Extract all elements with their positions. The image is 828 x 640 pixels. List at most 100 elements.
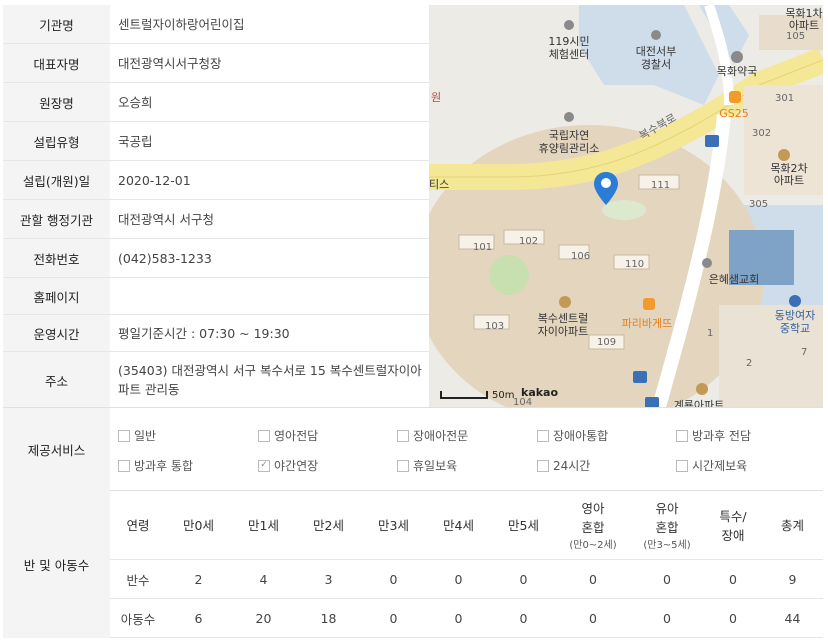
service-checkbox[interactable] [397,459,409,472]
info-label: 홈페이지 [3,278,110,314]
map-scale-label: 50m [492,390,514,401]
header-cell: 만0세 [166,490,231,560]
service-label: 휴일보육 [413,459,458,473]
classes-label: 반 및 아동수 [3,490,110,638]
table-cell: 0 [556,598,630,638]
info-table: 기관명 센트럴자이하랑어린이집 대표자명 대전광역시서구청장 원장명 오승희 설… [3,5,429,408]
map-building-label: 7 [801,347,807,358]
services-grid: 일반 영아전담 장애아전문 장애아통합 방과후 전담 방과후 통합 ✓ 야간연장 … [110,408,823,490]
map-label-partial: 원 [431,91,441,104]
info-label: 주소 [3,352,110,408]
map-label-police2: 경찰서 [641,58,671,71]
header-cell: 유아 혼합 (만3~5세) [630,490,704,560]
header-cell: 연령 [110,490,166,560]
info-row-director: 원장명 오승희 [3,83,429,122]
service-item: 휴일보육 [397,457,457,474]
service-checkbox[interactable] [397,429,409,442]
info-value: 센트럴자이하랑어린이집 [118,16,245,32]
map-label-church: 은혜샘교회 [709,273,760,286]
classes-section: 반 및 아동수 연령 만0세 만1세 만2세 만3세 만4세 만5세 영아 혼합… [3,490,823,638]
map-label-bakery: 파리바게뜨 [622,317,673,330]
header-cell: 특수/ 장애 [704,490,762,560]
map-building-label: 103 [485,321,504,332]
service-checkbox-checked[interactable]: ✓ [258,459,270,472]
services-section: 제공서비스 일반 영아전담 장애아전문 장애아통합 방과후 전담 방과후 통합 … [3,407,823,491]
service-checkbox[interactable] [118,459,130,472]
info-row-phone: 전화번호 (042)583-1233 [3,239,429,278]
map-label-forest2: 휴양림관리소 [539,142,600,155]
service-label: 일반 [134,429,157,443]
table-cell: 0 [630,598,704,638]
service-item: 시간제보육 [676,457,747,474]
map-label-gs25: GS25 [719,107,749,120]
service-checkbox[interactable] [537,429,549,442]
info-label: 대표자명 [3,44,110,82]
map-label-pharmacy: 목화약국 [717,64,757,78]
map-building-label: 110 [625,259,644,270]
map-label-partial2: 티스 [429,178,449,191]
map-label-forest: 국립자연 [549,129,589,142]
info-value: 대전광역시서구청장 [118,55,222,71]
map-building-label: 301 [775,93,794,104]
service-checkbox[interactable] [118,429,130,442]
table-cell: 18 [296,598,361,638]
table-cell: 0 [361,598,426,638]
info-row-homepage: 홈페이지 [3,278,429,315]
map-label-central: 복수센트럴 [538,312,589,325]
header-cell: 영아 혼합 (만0~2세) [556,490,630,560]
map-label-fire2: 체험센터 [549,48,589,61]
info-label: 운영시간 [3,315,110,351]
map-building-label: 2 [746,358,752,369]
service-label: 방과후 전담 [692,429,752,443]
table-cell: 0 [426,559,491,599]
header-cell: 만3세 [361,490,426,560]
service-checkbox[interactable] [537,459,549,472]
info-label: 설립유형 [3,122,110,160]
table-cell: 9 [762,559,823,599]
info-row-name: 기관명 센트럴자이하랑어린이집 [3,5,429,44]
info-label: 관할 행정기관 [3,200,110,238]
header-cell: 만1세 [231,490,296,560]
map-building-label: 109 [597,337,616,348]
service-label: 장애아통합 [553,429,609,443]
phone-link[interactable]: (042)583-1233 [110,239,429,277]
info-value: 국공립 [118,133,153,149]
map-building-label: 302 [752,128,771,139]
info-value: (35403) 대전광역시 서구 복수서로 15 복수센트럴자이아파트 관리동 [118,363,422,397]
classes-header-row: 연령 만0세 만1세 만2세 만3세 만4세 만5세 영아 혼합 (만0~2세) … [110,490,823,560]
service-item: 영아전담 [258,427,318,444]
service-checkbox[interactable] [676,459,688,472]
header-cell: 만5세 [491,490,556,560]
header-cell: 만2세 [296,490,361,560]
service-checkbox[interactable] [676,429,688,442]
map-building-label: 105 [786,31,805,42]
info-label: 설립(개원)일 [3,161,110,199]
map-label-school2: 중학교 [780,322,810,335]
table-cell: 44 [762,598,823,638]
header-text: 영아 혼합 [581,501,605,535]
table-cell: 2 [166,559,231,599]
info-value: 대전광역시 서구청 [118,211,214,227]
service-item: ✓ 야간연장 [258,457,318,474]
info-row-representative: 대표자명 대전광역시서구청장 [3,44,429,83]
header-cell: 만4세 [426,490,491,560]
table-cell: 0 [426,598,491,638]
homepage-link[interactable] [110,278,429,314]
service-checkbox[interactable] [258,429,270,442]
header-cell: 총계 [762,490,823,560]
map-view[interactable]: 119시민 체험센터 대전서부 경찰서 목화약국 GS25 목화1차 아파트 국… [429,5,823,407]
classes-row-count: 반수 2 4 3 0 0 0 0 0 0 9 [110,559,823,599]
service-item: 장애아통합 [537,427,608,444]
map-brand-logo: kakao [521,386,558,399]
table-cell: 6 [166,598,231,638]
table-cell: 0 [630,559,704,599]
map-label-gyeryong: 계룡아파트 [674,399,725,407]
header-subtext: (만3~5세) [643,540,691,551]
service-item: 방과후 전담 [676,427,751,444]
table-cell: 0 [556,559,630,599]
info-value: 2020-12-01 [118,172,191,188]
table-cell: 3 [296,559,361,599]
map-building-label: 102 [519,236,538,247]
map-label-fire: 119시민 [548,35,589,48]
header-subtext: (만0~2세) [569,540,617,551]
